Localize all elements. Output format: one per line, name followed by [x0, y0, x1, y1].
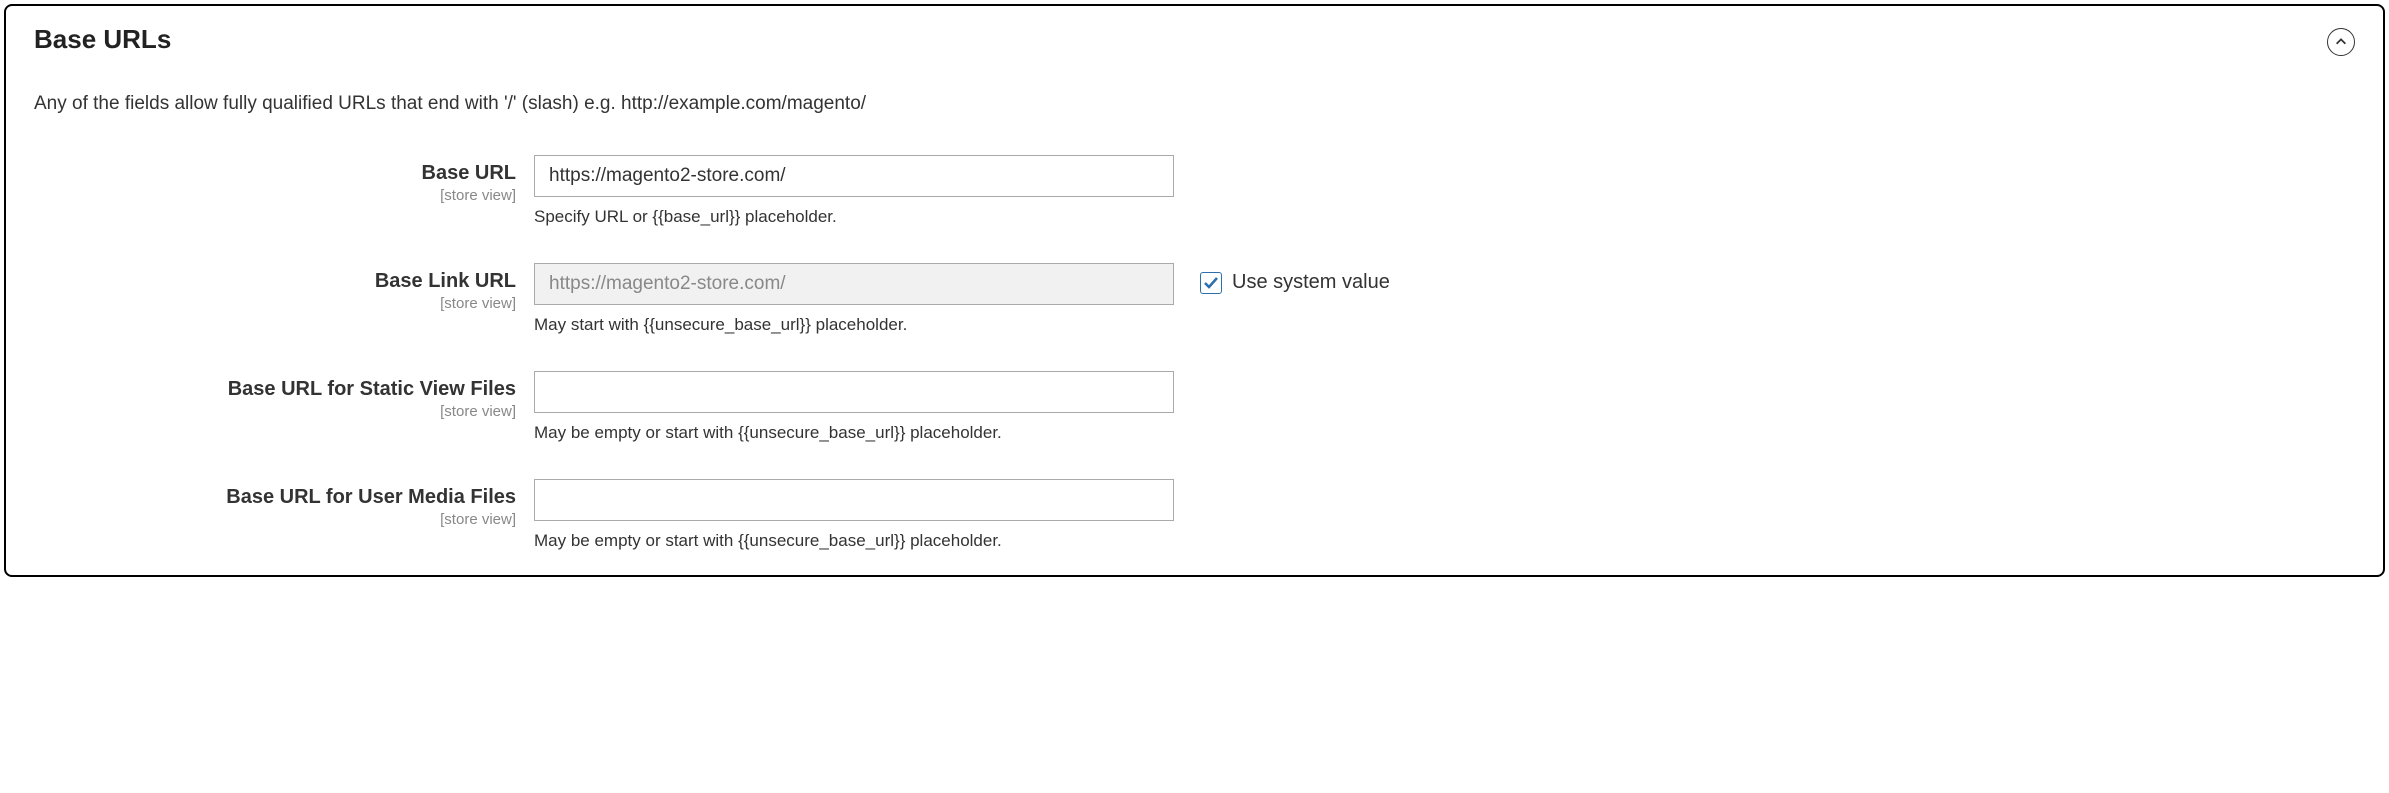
input-column: May be empty or start with {{unsecure_ba…	[534, 479, 1174, 551]
checkmark-icon	[1203, 275, 1219, 291]
field-row-base-url: Base URL [store view] Specify URL or {{b…	[34, 155, 2355, 227]
field-scope: [store view]	[34, 403, 516, 420]
section-description: Any of the fields allow fully qualified …	[34, 93, 2355, 115]
field-row-base-url-static: Base URL for Static View Files [store vi…	[34, 371, 2355, 443]
field-scope: [store view]	[34, 511, 516, 528]
field-hint: May be empty or start with {{unsecure_ba…	[534, 423, 1174, 443]
label-column: Base URL for Static View Files [store vi…	[34, 371, 534, 420]
collapse-toggle-button[interactable]	[2327, 28, 2355, 56]
checkbox-box	[1200, 272, 1222, 294]
field-label: Base Link URL	[34, 269, 516, 293]
chevron-up-icon	[2334, 35, 2348, 49]
base-url-static-input[interactable]	[534, 371, 1174, 413]
field-hint: Specify URL or {{base_url}} placeholder.	[534, 207, 1174, 227]
field-label: Base URL for Static View Files	[34, 377, 516, 401]
section-header: Base URLs	[34, 24, 2355, 93]
field-hint: May be empty or start with {{unsecure_ba…	[534, 531, 1174, 551]
field-row-base-link-url: Base Link URL [store view] May start wit…	[34, 263, 2355, 335]
input-column: May be empty or start with {{unsecure_ba…	[534, 371, 1174, 443]
field-row-base-url-media: Base URL for User Media Files [store vie…	[34, 479, 2355, 551]
field-hint: May start with {{unsecure_base_url}} pla…	[534, 315, 1174, 335]
input-column: Specify URL or {{base_url}} placeholder.	[534, 155, 1174, 227]
field-scope: [store view]	[34, 295, 516, 312]
input-column: May start with {{unsecure_base_url}} pla…	[534, 263, 1174, 335]
field-label: Base URL	[34, 161, 516, 185]
label-column: Base Link URL [store view]	[34, 263, 534, 312]
label-column: Base URL for User Media Files [store vie…	[34, 479, 534, 528]
use-system-value-checkbox[interactable]: Use system value	[1200, 271, 1390, 294]
field-scope: [store view]	[34, 187, 516, 204]
field-label: Base URL for User Media Files	[34, 485, 516, 509]
base-link-url-input	[534, 263, 1174, 305]
section-title: Base URLs	[34, 24, 171, 55]
base-url-media-input[interactable]	[534, 479, 1174, 521]
base-url-input[interactable]	[534, 155, 1174, 197]
base-urls-section: Base URLs Any of the fields allow fully …	[4, 4, 2385, 577]
extra-column: Use system value	[1174, 263, 1390, 294]
label-column: Base URL [store view]	[34, 155, 534, 204]
checkbox-label: Use system value	[1232, 271, 1390, 294]
